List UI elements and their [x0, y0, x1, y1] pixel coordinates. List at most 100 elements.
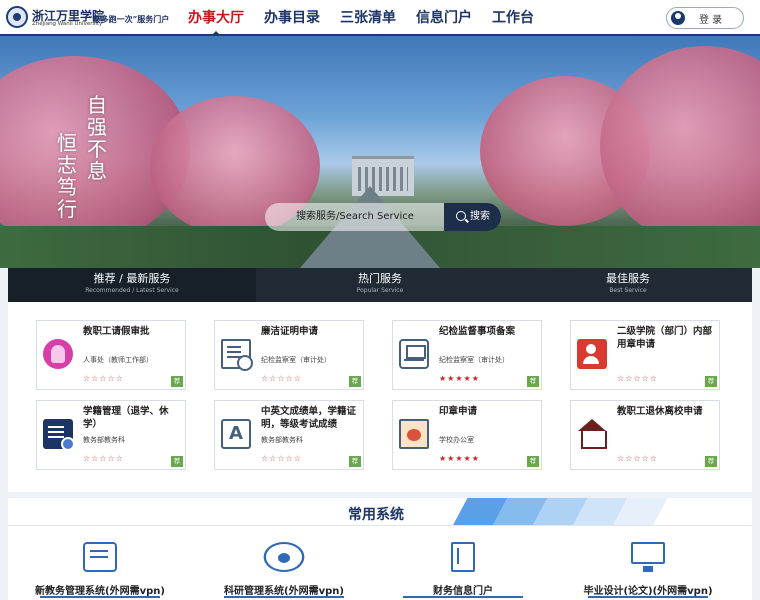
- nav-workbench[interactable]: 工作台: [492, 0, 534, 36]
- tab-popular-sublabel: Popular Service: [356, 287, 404, 294]
- star-empty-icon: ☆: [261, 454, 270, 463]
- star-empty-icon: ☆: [641, 454, 650, 463]
- star-filled-icon: ★: [455, 454, 464, 463]
- system-underline: [403, 596, 523, 598]
- recommended-badge: 荐: [171, 376, 183, 387]
- system-label: 毕业设计(论文)(外网需vpn): [583, 586, 713, 597]
- star-filled-icon: ★: [439, 374, 448, 383]
- service-rating: ☆☆☆☆☆: [617, 454, 658, 463]
- service-department: 纪检监察室（审计处）: [439, 356, 509, 364]
- finance-book-icon: [451, 542, 475, 572]
- academic-system-icon: [83, 542, 117, 572]
- service-rating: ☆☆☆☆☆: [83, 374, 124, 383]
- star-empty-icon: ☆: [99, 454, 108, 463]
- recommended-badge: 荐: [171, 456, 183, 467]
- login-button[interactable]: 登 录: [666, 7, 744, 29]
- service-rating: ☆☆☆☆☆: [261, 454, 302, 463]
- user-icon: [671, 11, 685, 25]
- service-card[interactable]: 纪检监督事项备案 纪检监察室（审计处） ★★★★★ 荐: [392, 320, 542, 390]
- search-bar: 搜索服务/Search Service 搜索: [265, 203, 501, 231]
- system-underline: [40, 596, 160, 598]
- tab-recommended[interactable]: 推荐 / 最新服务 Recommended / Latest Service: [8, 268, 256, 302]
- service-card[interactable]: 中英文成绩单，学籍证明，等级考试成绩 教务部教务科 ☆☆☆☆☆ 荐: [214, 400, 364, 470]
- nav-service-hall[interactable]: 办事大厅: [188, 0, 244, 36]
- star-empty-icon: ☆: [261, 374, 270, 383]
- service-card[interactable]: 教职工请假审批 人事处（教师工作部） ☆☆☆☆☆ 荐: [36, 320, 186, 390]
- top-header: 浙江万里学院 Zhejiang Wanli University “最多跑一次”…: [0, 0, 760, 36]
- star-empty-icon: ☆: [285, 374, 294, 383]
- search-input[interactable]: 搜索服务/Search Service: [265, 203, 445, 231]
- star-empty-icon: ☆: [293, 374, 302, 383]
- service-title: 纪检监督事项备案: [439, 326, 516, 337]
- star-empty-icon: ☆: [649, 454, 658, 463]
- service-title: 中英文成绩单，学籍证明，等级考试成绩: [261, 406, 357, 430]
- service-tabs: 推荐 / 最新服务 Recommended / Latest Service 热…: [8, 268, 752, 302]
- system-label: 财务信息门户: [433, 586, 493, 597]
- service-title: 学籍管理（退学、休学）: [83, 406, 169, 430]
- system-finance[interactable]: 财务信息门户: [383, 534, 543, 600]
- star-empty-icon: ☆: [285, 454, 294, 463]
- star-empty-icon: ☆: [293, 454, 302, 463]
- service-title: 教职工退休离校申请: [617, 406, 703, 417]
- star-filled-icon: ★: [439, 454, 448, 463]
- service-card[interactable]: 教职工退休离校申请 ☆☆☆☆☆ 荐: [570, 400, 720, 470]
- tab-popular-label: 热门服务: [358, 272, 402, 285]
- service-rating: ★★★★★: [439, 374, 480, 383]
- tab-popular[interactable]: 热门服务 Popular Service: [256, 268, 504, 302]
- star-empty-icon: ☆: [649, 374, 658, 383]
- tab-recommended-label: 推荐 / 最新服务: [93, 272, 171, 285]
- student-record-icon: [43, 419, 75, 451]
- tab-best-label: 最佳服务: [606, 272, 650, 285]
- search-button[interactable]: 搜索: [444, 203, 501, 231]
- recommended-badge: 荐: [527, 376, 539, 387]
- star-empty-icon: ☆: [99, 374, 108, 383]
- system-research[interactable]: 科研管理系统(外网需vpn): [204, 534, 364, 600]
- service-rating: ☆☆☆☆☆: [83, 454, 124, 463]
- main-nav: 办事大厅 办事目录 三张清单 信息门户 工作台: [188, 0, 554, 36]
- tab-best-sublabel: Best Service: [609, 287, 647, 294]
- logo-slogan: “最多跑一次”服务门户: [88, 14, 170, 24]
- stamp-icon: [399, 419, 429, 449]
- recommended-badge: 荐: [705, 456, 717, 467]
- system-label: 新教务管理系统(外网需vpn): [35, 586, 165, 597]
- university-logo[interactable]: 浙江万里学院 Zhejiang Wanli University “最多跑一次”…: [6, 6, 170, 30]
- thesis-monitor-icon: [631, 542, 665, 572]
- system-label: 科研管理系统(外网需vpn): [224, 586, 344, 597]
- star-empty-icon: ☆: [633, 374, 642, 383]
- star-empty-icon: ☆: [107, 374, 116, 383]
- star-filled-icon: ★: [463, 454, 472, 463]
- system-academic-affairs[interactable]: 新教务管理系统(外网需vpn): [20, 534, 180, 600]
- recommended-badge: 荐: [705, 376, 717, 387]
- star-empty-icon: ☆: [83, 454, 92, 463]
- service-card[interactable]: 廉洁证明申请 纪检监察室（审计处） ☆☆☆☆☆ 荐: [214, 320, 364, 390]
- service-card[interactable]: 学籍管理（退学、休学） 教务部教务科 ☆☆☆☆☆ 荐: [36, 400, 186, 470]
- star-empty-icon: ☆: [115, 454, 124, 463]
- service-title: 印章申请: [439, 406, 478, 417]
- star-filled-icon: ★: [455, 374, 464, 383]
- filing-icon: [399, 339, 429, 369]
- service-rating: ☆☆☆☆☆: [617, 374, 658, 383]
- service-title: 教职工请假审批: [83, 326, 150, 337]
- star-empty-icon: ☆: [115, 374, 124, 383]
- service-title: 廉洁证明申请: [261, 326, 319, 337]
- nav-info-portal[interactable]: 信息门户: [416, 0, 472, 36]
- calligraphy-motto-2: 恒志笃行: [57, 131, 77, 221]
- service-card[interactable]: 印章申请 学校办公室 ★★★★★ 荐: [392, 400, 542, 470]
- star-filled-icon: ★: [471, 374, 480, 383]
- tab-best[interactable]: 最佳服务 Best Service: [504, 268, 752, 302]
- star-filled-icon: ★: [463, 374, 472, 383]
- nav-three-lists[interactable]: 三张清单: [340, 0, 396, 36]
- service-department: 纪检监察室（审计处）: [261, 356, 331, 364]
- service-department: 学校办公室: [439, 436, 474, 444]
- star-empty-icon: ☆: [617, 454, 626, 463]
- star-empty-icon: ☆: [83, 374, 92, 383]
- service-rating: ☆☆☆☆☆: [261, 374, 302, 383]
- nav-service-catalog[interactable]: 办事目录: [264, 0, 320, 36]
- system-thesis[interactable]: 毕业设计(论文)(外网需vpn): [568, 534, 728, 600]
- common-systems: 常用系统 新教务管理系统(外网需vpn) 科研管理系统(外网需vpn) 财务信息…: [8, 498, 752, 600]
- star-empty-icon: ☆: [277, 374, 286, 383]
- service-department: 教务部教务科: [261, 436, 303, 444]
- service-card[interactable]: 二级学院（部门）内部用章申请 ☆☆☆☆☆ 荐: [570, 320, 720, 390]
- service-grid: 教职工请假审批 人事处（教师工作部） ☆☆☆☆☆ 荐 廉洁证明申请 纪检监察室（…: [8, 302, 752, 492]
- tab-recommended-sublabel: Recommended / Latest Service: [85, 287, 179, 294]
